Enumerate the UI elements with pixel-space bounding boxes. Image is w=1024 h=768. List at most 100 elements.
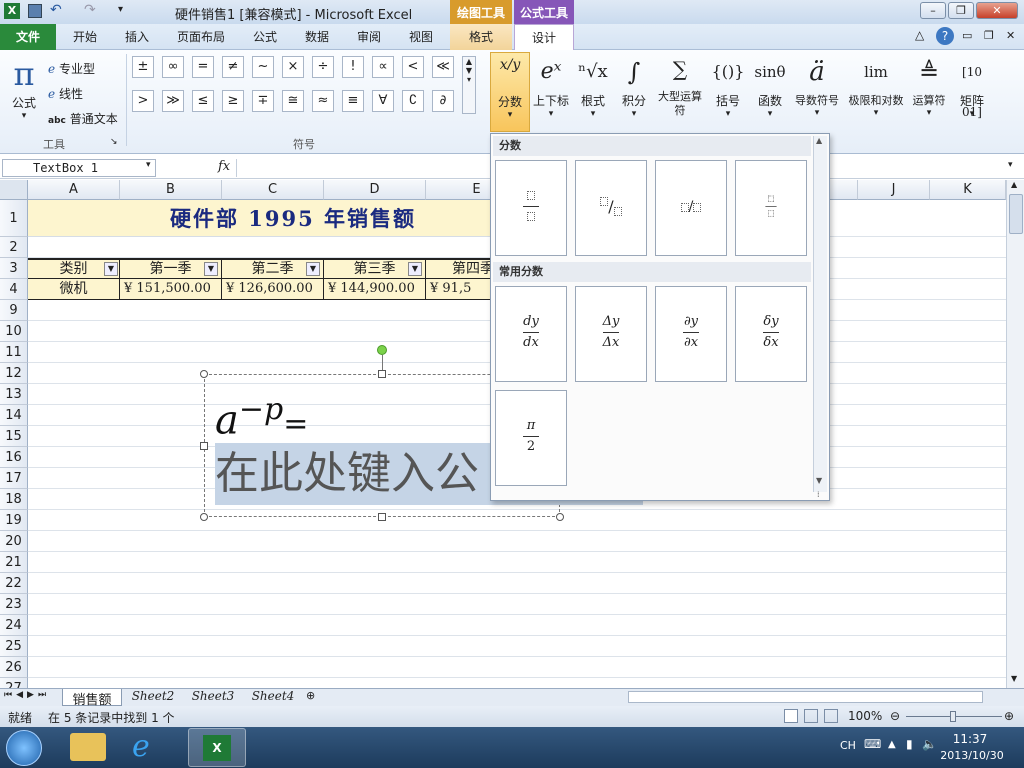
- row-header[interactable]: 17: [0, 468, 28, 489]
- start-button-icon[interactable]: [6, 730, 42, 766]
- symbol-button[interactable]: ≪: [432, 56, 454, 78]
- tab-insert[interactable]: 插入: [114, 24, 160, 50]
- select-all-corner[interactable]: [0, 180, 28, 200]
- symbol-button[interactable]: ≡: [342, 90, 364, 112]
- filter-active-icon[interactable]: ▼: [204, 262, 218, 276]
- sheet-tab[interactable]: Sheet2: [124, 689, 182, 705]
- tab-formulas[interactable]: 公式: [242, 24, 288, 50]
- volume-icon[interactable]: 🔈: [922, 737, 937, 751]
- resize-handle[interactable]: [378, 513, 386, 521]
- symbol-button[interactable]: ±: [132, 56, 154, 78]
- doc-minimize-icon[interactable]: ▭: [962, 29, 972, 42]
- expand-formula-icon[interactable]: ▾: [1008, 160, 1013, 170]
- linear-option[interactable]: e 线性: [48, 85, 83, 102]
- formula-input[interactable]: [236, 159, 492, 177]
- page-layout-view-icon[interactable]: [804, 709, 818, 723]
- data-cell[interactable]: ¥ 151,500.00: [120, 279, 222, 300]
- row-header[interactable]: 12: [0, 363, 28, 384]
- excel-taskbar-button[interactable]: X: [188, 728, 246, 767]
- row-header[interactable]: 16: [0, 447, 28, 468]
- symbol-button[interactable]: ∝: [372, 56, 394, 78]
- common-fraction-option[interactable]: dy dx: [495, 286, 567, 382]
- internet-explorer-icon[interactable]: e: [132, 729, 150, 764]
- explorer-icon[interactable]: [70, 733, 106, 761]
- data-cell[interactable]: 微机: [28, 279, 120, 300]
- undo-icon[interactable]: ↶: [50, 2, 62, 18]
- symbol-button[interactable]: ≠: [222, 56, 244, 78]
- tab-design[interactable]: 设计: [514, 24, 574, 50]
- symbol-button[interactable]: ≫: [162, 90, 184, 112]
- keyboard-icon[interactable]: ⌨: [864, 737, 881, 751]
- symbol-button[interactable]: ÷: [312, 56, 334, 78]
- dialog-launcher-icon[interactable]: ↘: [110, 137, 118, 147]
- data-cell[interactable]: ¥ 126,600.00: [222, 279, 324, 300]
- clock-date[interactable]: 2013/10/30: [938, 749, 1006, 762]
- sheet-tab[interactable]: Sheet3: [184, 689, 242, 705]
- horizontal-scrollbar[interactable]: [628, 691, 983, 703]
- row-header[interactable]: 23: [0, 594, 28, 615]
- redo-icon[interactable]: ↷: [84, 2, 96, 18]
- scroll-thumb[interactable]: [1009, 194, 1023, 234]
- row-header[interactable]: 18: [0, 489, 28, 510]
- row-header[interactable]: 10: [0, 321, 28, 342]
- row-header[interactable]: 3: [0, 258, 28, 279]
- clock-time[interactable]: 11:37: [940, 732, 1000, 746]
- quick-access-dropdown-icon[interactable]: ▾: [118, 4, 123, 15]
- doc-restore-icon[interactable]: ❐: [984, 29, 994, 42]
- zoom-out-icon[interactable]: ⊖: [890, 709, 900, 723]
- tab-home[interactable]: 开始: [62, 24, 108, 50]
- row-header[interactable]: 2: [0, 237, 28, 258]
- input-language[interactable]: CH: [840, 739, 856, 752]
- restore-button[interactable]: ❐: [948, 2, 974, 19]
- skewed-fraction-option[interactable]: /: [575, 160, 647, 256]
- row-header[interactable]: 13: [0, 384, 28, 405]
- column-header[interactable]: B: [120, 180, 222, 200]
- symbol-button[interactable]: ∓: [252, 90, 274, 112]
- linear-fraction-option[interactable]: /: [655, 160, 727, 256]
- sheet-tab[interactable]: Sheet4: [244, 689, 302, 705]
- equation-button[interactable]: π 公式 ▾: [6, 54, 42, 121]
- page-break-view-icon[interactable]: [824, 709, 838, 723]
- tab-view[interactable]: 视图: [398, 24, 444, 50]
- filter-dropdown-icon[interactable]: ▼: [306, 262, 320, 276]
- column-header[interactable]: K: [930, 180, 1006, 200]
- symbol-button[interactable]: =: [192, 56, 214, 78]
- tray-expand-icon[interactable]: ▲: [888, 739, 896, 750]
- name-box-dropdown-icon[interactable]: ▾: [146, 160, 151, 170]
- symbol-button[interactable]: ∞: [162, 56, 184, 78]
- symbol-button[interactable]: ≈: [312, 90, 334, 112]
- symbol-button[interactable]: ∀: [372, 90, 394, 112]
- tab-page-layout[interactable]: 页面布局: [168, 24, 234, 50]
- row-header[interactable]: 14: [0, 405, 28, 426]
- symbol-button[interactable]: ∁: [402, 90, 424, 112]
- normal-view-icon[interactable]: [784, 709, 798, 723]
- script-button[interactable]: eˣ 上下标 ▾: [532, 52, 570, 119]
- column-header[interactable]: D: [324, 180, 426, 200]
- symbols-scroll[interactable]: ▲ ▼ ▾: [462, 56, 476, 114]
- stacked-fraction-option[interactable]: [495, 160, 567, 256]
- network-icon[interactable]: ▮: [906, 737, 913, 751]
- title-cell[interactable]: 硬件部 1995 年销售额: [28, 200, 528, 237]
- filter-dropdown-icon[interactable]: ▼: [408, 262, 422, 276]
- sheet-nav-icons[interactable]: ⏮◀▶⏭: [4, 690, 50, 700]
- common-fraction-option[interactable]: π2: [495, 390, 567, 486]
- row-header[interactable]: 19: [0, 510, 28, 531]
- column-header[interactable]: A: [28, 180, 120, 200]
- row-header[interactable]: 27: [0, 678, 28, 688]
- scroll-up-icon[interactable]: ▲: [1011, 180, 1017, 189]
- column-header[interactable]: C: [222, 180, 324, 200]
- small-fraction-option[interactable]: [735, 160, 807, 256]
- doc-close-icon[interactable]: ✕: [1006, 29, 1015, 42]
- symbol-button[interactable]: ~: [252, 56, 274, 78]
- row-header[interactable]: 9: [0, 300, 28, 321]
- common-fraction-option[interactable]: ∂y ∂x: [655, 286, 727, 382]
- equation-expression[interactable]: a−p=: [215, 385, 308, 449]
- resize-handle[interactable]: [556, 513, 564, 521]
- function-button[interactable]: sinθ 函数 ▾: [750, 52, 790, 119]
- filter-dropdown-icon[interactable]: ▼: [104, 262, 118, 276]
- scroll-down-icon[interactable]: ▼: [1011, 674, 1017, 683]
- bracket-button[interactable]: {()} 括号 ▾: [708, 52, 748, 119]
- row-header[interactable]: 20: [0, 531, 28, 552]
- resize-handle[interactable]: [378, 370, 386, 378]
- vertical-scrollbar[interactable]: ▲ ▼: [1006, 180, 1024, 688]
